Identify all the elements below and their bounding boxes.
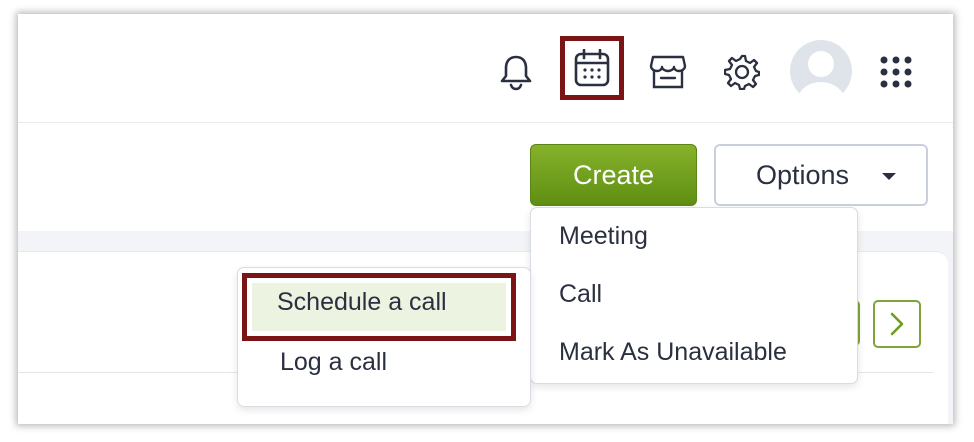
menu-item-call[interactable]: Call (559, 280, 602, 309)
top-bar (18, 14, 953, 123)
menu-item-mark-as-unavailable[interactable]: Mark As Unavailable (559, 338, 787, 367)
chevron-right-icon (890, 312, 904, 336)
create-button-label: Create (572, 159, 655, 190)
settings-button[interactable] (720, 50, 764, 94)
calendar-button[interactable] (560, 36, 624, 100)
next-button[interactable] (873, 300, 921, 348)
menu-item-log-a-call[interactable]: Log a call (280, 348, 387, 377)
bell-icon (500, 55, 532, 91)
gear-icon (724, 54, 760, 90)
notifications-button[interactable] (494, 50, 538, 94)
create-menu: Meeting Call Mark As Unavailable (530, 207, 858, 384)
calendar-icon (574, 49, 610, 87)
call-submenu: Schedule a call Log a call (237, 267, 531, 407)
options-dropdown-button[interactable]: Options (714, 144, 928, 206)
app-window: Create Options Meeting Call Mark As Unav… (18, 14, 953, 424)
options-button-label: Options (756, 159, 850, 190)
avatar[interactable] (790, 40, 852, 102)
menu-item-schedule-a-call[interactable]: Schedule a call (277, 288, 447, 317)
store-icon (649, 55, 687, 89)
caret-down-icon (882, 173, 896, 180)
create-button[interactable]: Create (530, 144, 697, 206)
marketplace-button[interactable] (646, 50, 690, 94)
apps-button[interactable] (874, 50, 918, 94)
apps-grid-icon (880, 56, 912, 88)
menu-item-meeting[interactable]: Meeting (559, 222, 648, 251)
user-silhouette-icon (797, 51, 845, 102)
